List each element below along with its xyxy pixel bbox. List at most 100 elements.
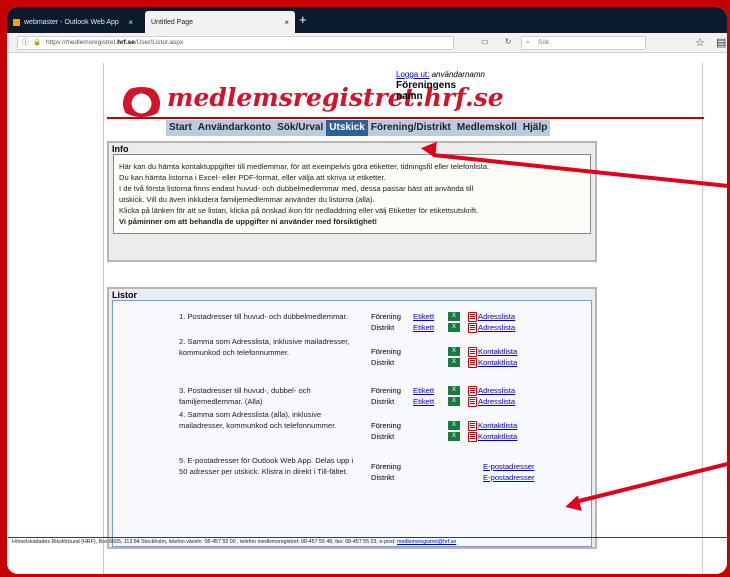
list-item-description: 4. Samma som Adresslista (alla), inklusi… — [179, 410, 337, 430]
menu-item-hjalp[interactable]: Hjälp — [520, 120, 550, 136]
menu-item-anvandarkonto[interactable]: Användarkonto — [195, 120, 274, 136]
excel-icon[interactable]: X — [448, 386, 460, 395]
e-postadresser-link[interactable]: E-postadresser — [483, 472, 535, 483]
navigation-bar: ⓘ 🔒 https://medlemsregistret.hrf.se/User… — [7, 33, 727, 53]
e-postadresser-link[interactable]: E-postadresser — [483, 461, 535, 472]
bookmark-star-icon[interactable]: ☆ — [695, 37, 705, 49]
list-item-description: 1. Postadresser till huvud- och dubbelme… — [179, 312, 348, 321]
kontaktlista-link[interactable]: Kontaktlista — [478, 357, 517, 368]
row-label: Distrikt — [371, 397, 395, 406]
list-item-description: 3. Postadresser till huvud-, dubbel- och… — [179, 386, 311, 406]
pdf-icon[interactable] — [468, 431, 477, 442]
row-label: Distrikt — [371, 473, 395, 482]
list-table: 1. Postadresser till huvud- och dubbelme… — [112, 300, 592, 547]
pdf-icon[interactable] — [468, 322, 477, 333]
menu-item-medlemskoll[interactable]: Medlemskoll — [454, 120, 520, 136]
menu-item-forening-distrikt[interactable]: Förening/Distrikt — [368, 120, 454, 136]
privacy-reminder: Vi påminner om att behandla de uppgifter… — [119, 217, 378, 226]
main-menu: Start Användarkonto Sök/Urval Utskick Fö… — [166, 120, 551, 136]
search-icon: ⌕ — [526, 39, 530, 46]
info-panel: Info Här kan du hämta kontaktuppgifter t… — [107, 141, 597, 262]
pdf-icon[interactable] — [468, 311, 477, 322]
search-placeholder: Sök — [538, 39, 550, 46]
address-bar[interactable]: ⓘ 🔒 https://medlemsregistret.hrf.se/User… — [17, 36, 454, 50]
tab-bar: webmaster - Outlook Web App × Untitled P… — [7, 7, 727, 33]
footer: Hörselskadades Riksförbund (HRF), Box 66… — [8, 537, 727, 547]
url-domain: hrf.se — [117, 39, 135, 46]
menu-item-sok-urval[interactable]: Sök/Urval — [274, 120, 326, 136]
kontaktlista-link[interactable]: Kontaktlista — [478, 420, 517, 431]
url-prefix: https://medlemsregistret. — [46, 39, 118, 46]
close-icon[interactable]: × — [284, 18, 289, 27]
excel-icon[interactable]: X — [448, 312, 460, 321]
etikett-link[interactable]: Etikett — [413, 396, 448, 407]
browser-window: webmaster - Outlook Web App × Untitled P… — [4, 4, 730, 577]
list-item-actions: Förening X Kontaktlista Distrikt X Kontaktli… — [371, 346, 601, 368]
list-item-actions: Förening Etikett X Adresslista Distrikt Etik… — [371, 385, 601, 407]
row-label: Förening — [371, 386, 401, 395]
list-item-actions: Förening X Kontaktlista Distrikt X Kontaktli… — [371, 420, 601, 442]
page-viewport: medlemsregistret.hrf.se Logga ut: använd… — [7, 53, 727, 574]
excel-icon[interactable]: X — [448, 397, 460, 406]
info-line: I de två första listorna finns endast hu… — [119, 184, 474, 193]
adresslista-link[interactable]: Adresslista — [478, 322, 515, 333]
annotation-arrow-head — [420, 140, 437, 158]
row-label: Förening — [371, 462, 401, 471]
row-label: Distrikt — [371, 323, 395, 332]
adresslista-link[interactable]: Adresslista — [478, 311, 515, 322]
pdf-icon[interactable] — [468, 396, 477, 407]
url-action-icons: ▭ ↻ — [481, 37, 512, 46]
listor-panel: Listor 1. Postadresser till huvud- och d… — [107, 287, 597, 549]
url-path: /User/Listor.aspx — [134, 39, 184, 46]
list-item-description: 5. E-postadresser för Outlook Web App. D… — [179, 456, 354, 476]
pdf-icon[interactable] — [468, 346, 477, 357]
excel-icon[interactable]: X — [448, 432, 460, 441]
etikett-link[interactable]: Etikett — [413, 311, 448, 322]
info-line: Klicka på länken för att se listan, klic… — [119, 206, 479, 215]
reload-icon[interactable]: ↻ — [505, 37, 512, 46]
close-icon[interactable]: × — [128, 18, 133, 27]
row-label: Förening — [371, 312, 401, 321]
kontaktlista-link[interactable]: Kontaktlista — [478, 431, 517, 442]
org-name-line2: namn — [396, 91, 423, 102]
adresslista-link[interactable]: Adresslista — [478, 396, 515, 407]
tab-untitled-page[interactable]: Untitled Page × — [145, 11, 295, 33]
row-label: Distrikt — [371, 432, 395, 441]
excel-icon[interactable]: X — [448, 347, 460, 356]
info-line: utskick. Vill du även inkludera familjem… — [119, 195, 375, 204]
pdf-icon[interactable] — [468, 357, 477, 368]
org-name-line1: Föreningens — [396, 80, 457, 91]
excel-icon[interactable]: X — [448, 421, 460, 430]
reader-view-icon[interactable]: ▭ — [481, 37, 489, 46]
new-tab-button[interactable]: + — [299, 11, 307, 29]
info-line: Du kan hämta listorna i Excel- eller PDF… — [119, 173, 386, 182]
etikett-link[interactable]: Etikett — [413, 385, 448, 396]
pdf-icon[interactable] — [468, 385, 477, 396]
outlook-icon — [13, 18, 20, 26]
menu-item-utskick[interactable]: Utskick — [326, 120, 368, 136]
lock-icon: 🔒 — [33, 39, 42, 46]
adresslista-link[interactable]: Adresslista — [478, 385, 515, 396]
logout-link[interactable]: Logga ut: — [396, 70, 429, 79]
login-info: Logga ut: användarnamn Föreningens namn — [396, 69, 485, 102]
kontaktlista-link[interactable]: Kontaktlista — [478, 346, 517, 357]
listor-title: Listor — [112, 290, 138, 300]
menu-item-start[interactable]: Start — [166, 120, 195, 136]
tab-outlook[interactable]: webmaster - Outlook Web App × — [7, 11, 139, 33]
etikett-link[interactable]: Etikett — [413, 322, 448, 333]
row-label: Distrikt — [371, 358, 395, 367]
row-label: Förening — [371, 347, 401, 356]
username: användarnamn — [431, 70, 485, 79]
list-item-actions: Förening Etikett X Adresslista Distrikt Etik… — [371, 311, 601, 333]
tab-title: Untitled Page — [151, 18, 194, 26]
row-label: Förening — [371, 421, 401, 430]
search-input[interactable]: ⌕ Sök — [521, 36, 646, 50]
footer-email-link[interactable]: medlemsregistret@hrf.se — [397, 539, 456, 545]
header-divider — [107, 117, 704, 119]
library-icon[interactable]: ▤ — [716, 37, 726, 49]
info-title: Info — [112, 144, 129, 154]
pdf-icon[interactable] — [468, 420, 477, 431]
excel-icon[interactable]: X — [448, 323, 460, 332]
excel-icon[interactable]: X — [448, 358, 460, 367]
info-icon[interactable]: ⓘ — [22, 37, 29, 49]
